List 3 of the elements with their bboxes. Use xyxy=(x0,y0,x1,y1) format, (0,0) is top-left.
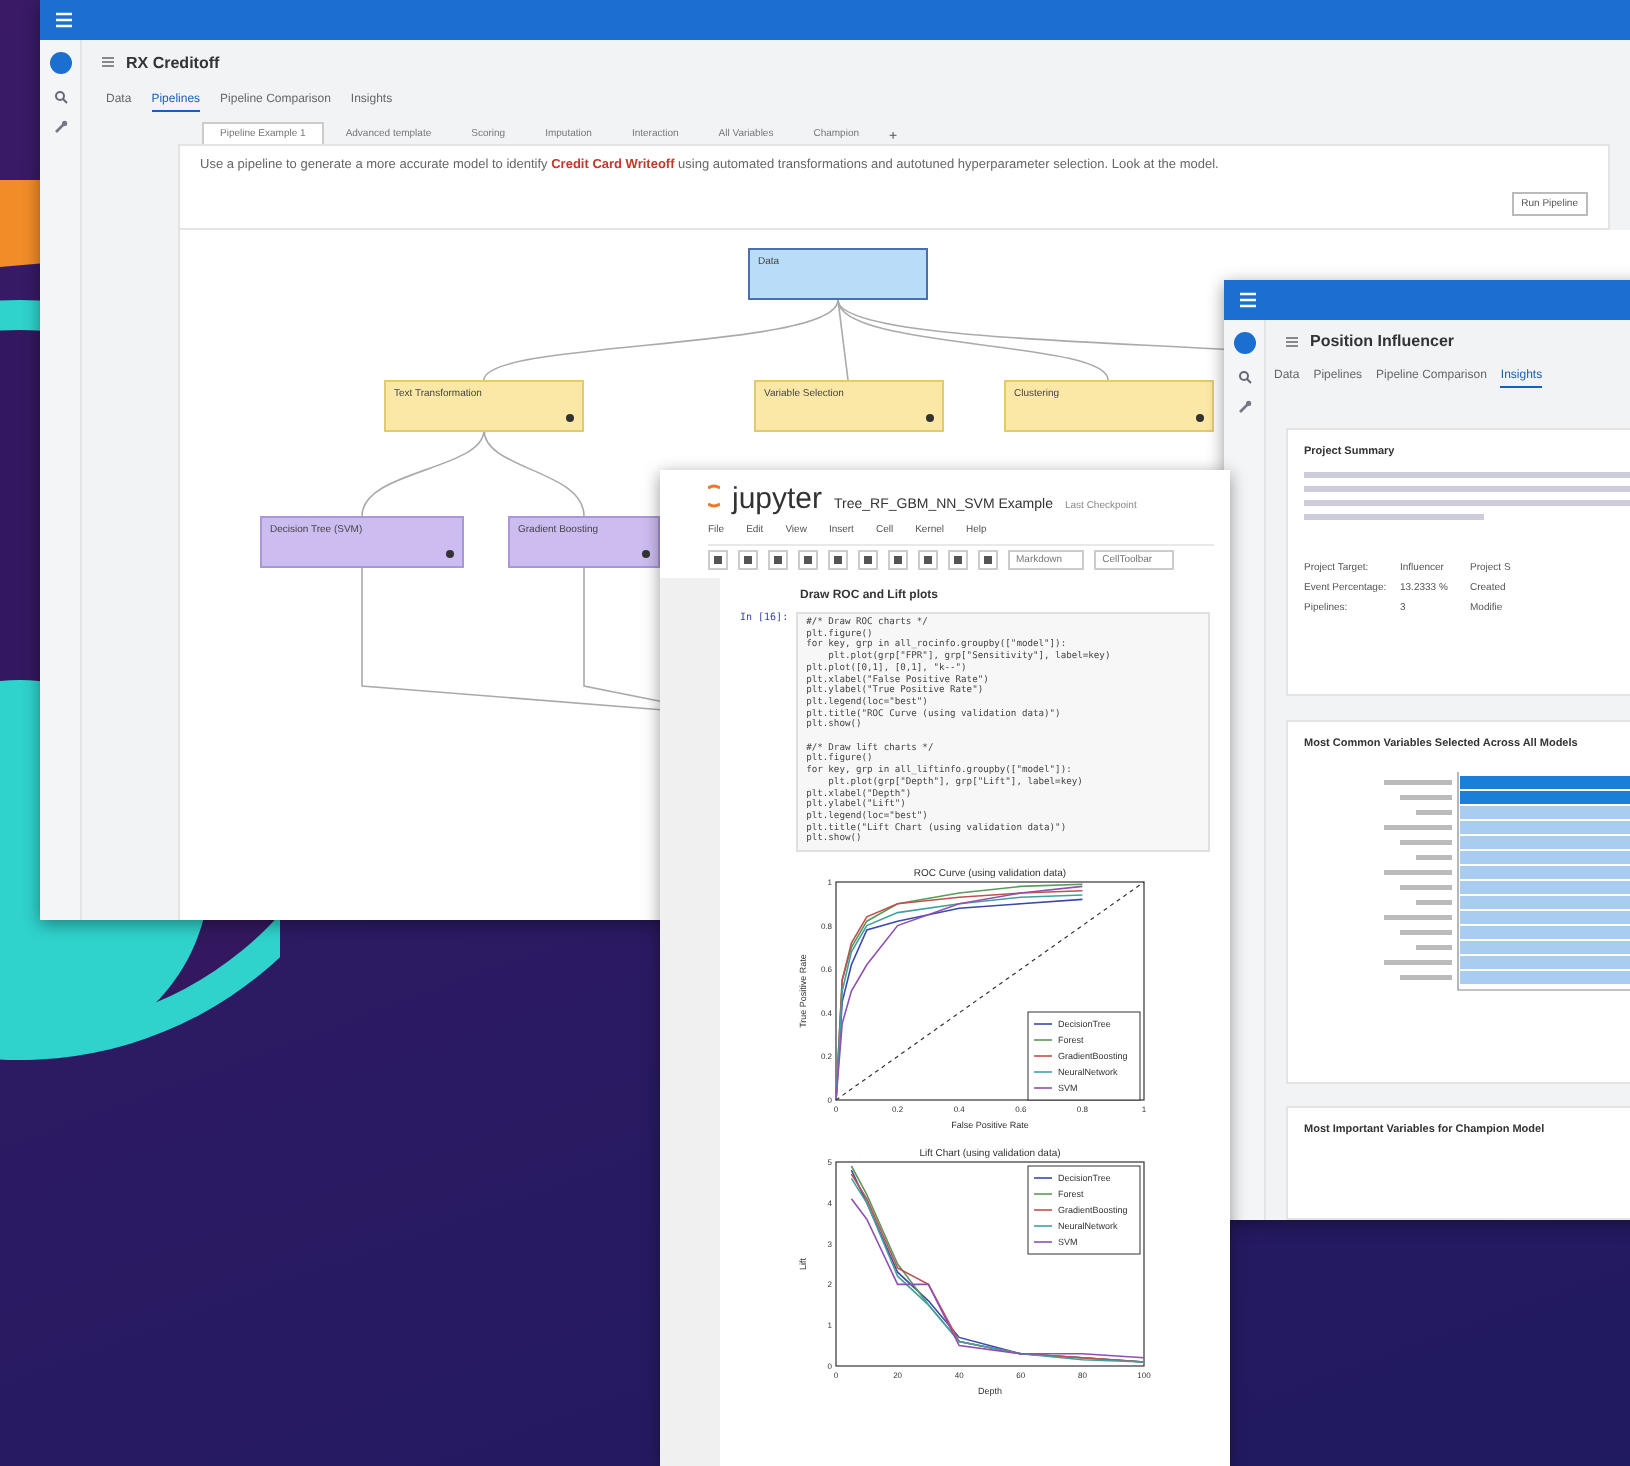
project-title: RX Creditoff xyxy=(126,53,220,71)
project-title: Position Influencer xyxy=(1310,332,1455,351)
logo-text: jupyter xyxy=(732,482,823,516)
